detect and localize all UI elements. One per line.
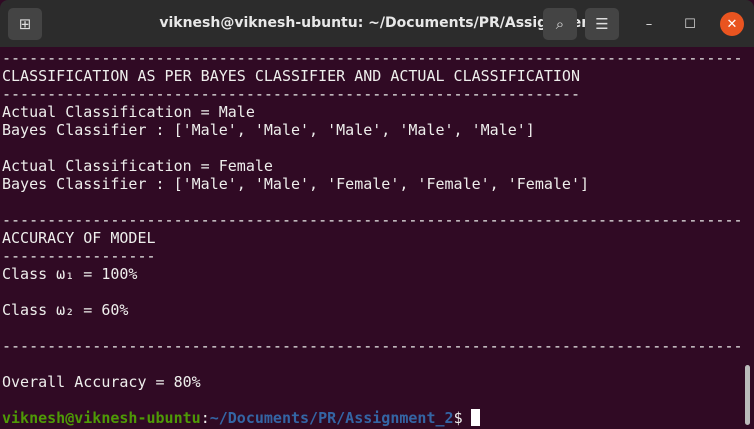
minimize-button[interactable]: – (637, 12, 661, 36)
hamburger-menu-icon: ☰ (595, 15, 609, 33)
terminal-line: CLASSIFICATION AS PER BAYES CLASSIFIER A… (2, 67, 580, 85)
title-bar: ⊞ viknesh@viknesh-ubuntu: ~/Documents/PR… (0, 0, 754, 47)
text-cursor (470, 409, 480, 426)
shell-prompt[interactable]: viknesh@viknesh-ubuntu:~/Documents/PR/As… (2, 409, 743, 427)
terminal-line: ----------------------------------------… (2, 211, 743, 229)
prompt-symbol: $ (453, 409, 463, 427)
terminal-line: ----------------------------------------… (2, 337, 743, 355)
maximize-button[interactable]: ☐ (678, 12, 702, 36)
terminal-line: Bayes Classifier : ['Male', 'Male', 'Mal… (2, 121, 535, 139)
terminal-line: Bayes Classifier : ['Male', 'Male', 'Fem… (2, 175, 589, 193)
search-button[interactable]: ⌕ (543, 8, 577, 40)
terminal-line: Class ω₁ = 100% (2, 265, 138, 283)
prompt-separator: : (200, 409, 210, 427)
close-button[interactable]: ✕ (720, 12, 744, 36)
terminal-line: ACCURACY OF MODEL (2, 229, 156, 247)
prompt-user-host: viknesh@viknesh-ubuntu (2, 409, 201, 427)
prompt-path: ~/Documents/PR/Assignment_2 (209, 409, 454, 427)
menu-button[interactable]: ☰ (585, 8, 619, 40)
minimize-icon: – (645, 16, 653, 32)
terminal-line: Overall Accuracy = 80% (2, 373, 201, 391)
terminal-line: ----------------------------------------… (2, 85, 580, 103)
terminal-line: Actual Classification = Female (2, 157, 273, 175)
maximize-icon: ☐ (684, 16, 696, 32)
scrollbar[interactable] (745, 365, 750, 425)
terminal-line: Actual Classification = Male (2, 103, 255, 121)
terminal-line: ----------------------------------------… (2, 49, 743, 67)
terminal-line: ----------------- (2, 247, 156, 265)
close-icon: ✕ (726, 16, 738, 32)
search-icon: ⌕ (555, 15, 565, 33)
terminal-line: Class ω₂ = 60% (2, 301, 129, 319)
terminal-output[interactable]: ----------------------------------------… (2, 49, 743, 427)
